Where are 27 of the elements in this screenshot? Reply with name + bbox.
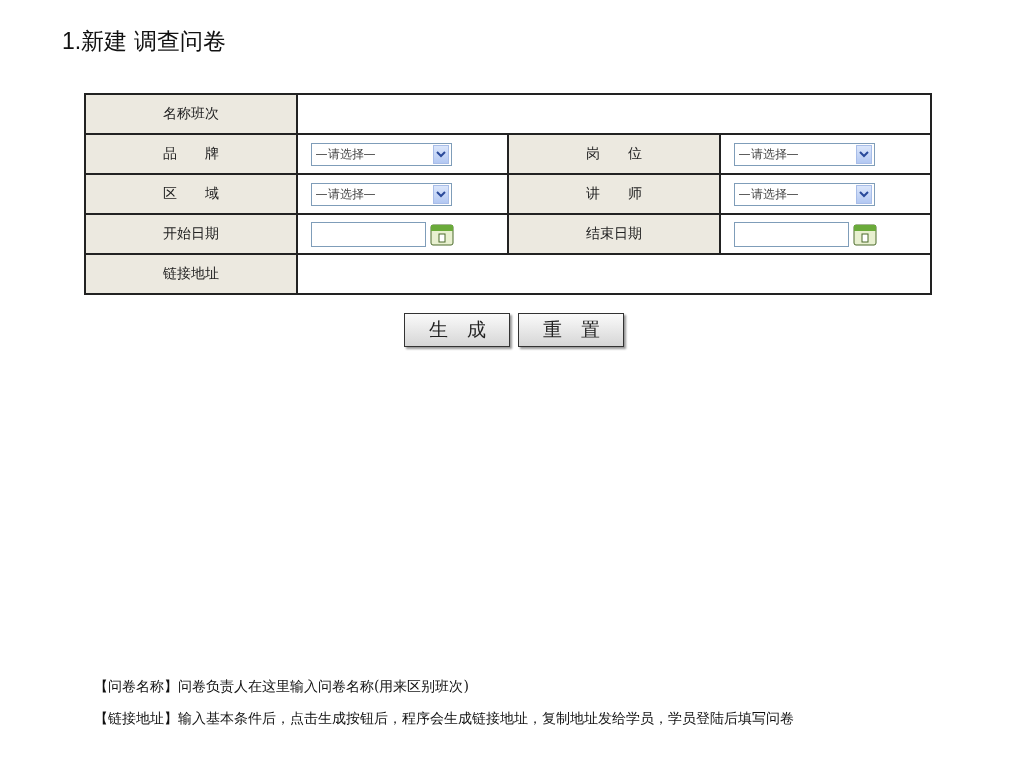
select-dropdown[interactable]: —请选择— [733,142,875,166]
select-dropdown[interactable]: —请选择— [310,142,452,166]
select-dropdown[interactable]: —请选择— [733,182,875,206]
note-text: 【问卷名称】问卷负责人在这里输入问卷名称(用来区别班次) [94,678,470,696]
page-title: 1.新建 调查问卷 [62,27,227,56]
chevron-down-icon [855,144,872,164]
action-button[interactable]: 生 成 [404,313,510,347]
field-label: 品 牌 [85,134,297,174]
field-label: 名称班次 [85,94,297,134]
field-label: 区 域 [85,174,297,214]
note-text: 【链接地址】输入基本条件后，点击生成按钮后，程序会生成链接地址，复制地址发给学员，学员登陆后填写问卷 [94,710,795,728]
field-label: 结束日期 [508,214,720,254]
chevron-down-icon [432,184,449,204]
action-button[interactable]: 重 置 [518,313,624,347]
calendar-icon[interactable] [852,222,877,246]
calendar-icon[interactable] [429,222,454,246]
select-dropdown[interactable]: —请选择— [310,182,452,206]
field-label: 开始日期 [85,214,297,254]
date-field[interactable] [310,221,426,247]
field-label: 链接地址 [85,254,297,294]
field-label: 讲 师 [508,174,720,214]
input-field[interactable] [296,94,931,134]
chevron-down-icon [432,144,449,164]
date-field[interactable] [733,221,849,247]
field-label: 岗 位 [508,134,720,174]
input-field[interactable] [296,254,931,294]
chevron-down-icon [855,184,872,204]
